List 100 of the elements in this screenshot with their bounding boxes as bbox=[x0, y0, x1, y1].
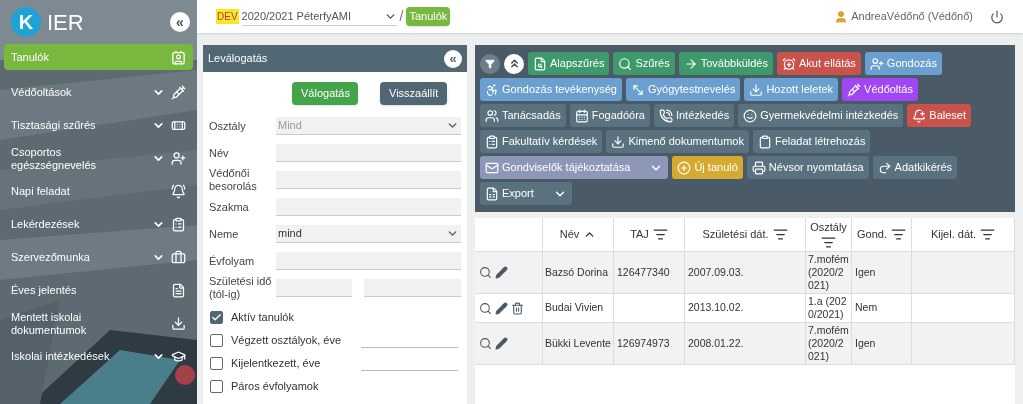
field-label: Évfolyam bbox=[209, 254, 256, 268]
action-button[interactable]: Fogadóóra bbox=[569, 104, 650, 127]
edit-icon[interactable] bbox=[495, 301, 508, 315]
collapse-up-button[interactable] bbox=[504, 53, 524, 74]
file-search-icon bbox=[533, 56, 547, 71]
action-button[interactable]: Kimenő dokumentumok bbox=[606, 130, 749, 153]
users-icon bbox=[485, 108, 499, 123]
sidebar-item[interactable]: Mentett iskolai dokumentumok bbox=[4, 307, 193, 340]
action-button[interactable]: Intézkedés bbox=[653, 104, 735, 127]
bandage-icon bbox=[171, 118, 186, 133]
action-button[interactable]: Export bbox=[480, 182, 572, 205]
column-header[interactable]: Név bbox=[543, 218, 614, 251]
sidebar-item[interactable]: Védőoltások bbox=[4, 76, 193, 109]
arrow-right-icon bbox=[683, 56, 698, 71]
download-icon bbox=[171, 316, 186, 331]
checkbox-label: Kijelentkezett, éve bbox=[231, 355, 321, 371]
sidebar-item[interactable]: Tisztasági szűrés bbox=[4, 109, 193, 142]
action-button[interactable]: Akut ellátás bbox=[776, 52, 861, 75]
school-select[interactable]: 2020/2021 PéterfyAMI bbox=[241, 7, 397, 26]
user-name: AndreaVédőnő (Védőnő) bbox=[851, 9, 973, 25]
power-icon[interactable] bbox=[990, 9, 1004, 24]
action-button[interactable]: Védőoltás bbox=[842, 78, 918, 101]
sidebar-item[interactable]: Lekérdezések bbox=[4, 208, 193, 241]
select-field[interactable]: Mind bbox=[276, 117, 461, 135]
date-to-field[interactable] bbox=[364, 279, 461, 297]
reset-button[interactable]: Visszaállít bbox=[380, 82, 447, 105]
action-button[interactable]: Gondozás tevékenység bbox=[480, 78, 622, 101]
input-field[interactable] bbox=[276, 198, 461, 216]
field-label: Szakma bbox=[209, 200, 250, 214]
diagonal-arrow-icon bbox=[630, 82, 645, 97]
sort-icon bbox=[652, 227, 668, 242]
table-cell-text: 1.a (2020/2021) bbox=[808, 295, 848, 321]
sort-icon bbox=[772, 227, 788, 242]
action-button[interactable]: Alapszűrés bbox=[528, 52, 610, 75]
table-cell-text: Bazsó Dorina bbox=[545, 264, 609, 280]
table-cell-text: 126974973 bbox=[617, 335, 670, 351]
edit-icon[interactable] bbox=[495, 337, 508, 350]
column-header[interactable]: TAJ bbox=[614, 218, 685, 251]
action-button[interactable]: Feladat létrehozás bbox=[752, 130, 871, 153]
input-field[interactable] bbox=[276, 144, 461, 162]
search-icon[interactable] bbox=[479, 266, 492, 279]
delete-icon[interactable] bbox=[511, 301, 524, 315]
action-button[interactable]: Adatkikérés bbox=[872, 156, 958, 179]
checkbox[interactable] bbox=[210, 379, 223, 393]
action-button[interactable]: Hozott leletek bbox=[744, 78, 839, 101]
date-from-field[interactable] bbox=[276, 279, 352, 297]
column-header[interactable]: Gond. bbox=[852, 218, 912, 251]
action-button[interactable]: Baleset bbox=[907, 104, 971, 127]
edit-icon[interactable] bbox=[495, 266, 508, 279]
action-button[interactable]: Névsor nyomtatása bbox=[746, 156, 869, 179]
plus-circle-icon bbox=[677, 160, 692, 175]
action-button[interactable]: Gondozás bbox=[864, 52, 942, 75]
filter-button[interactable]: Válogatás bbox=[292, 82, 358, 105]
sort-icon bbox=[980, 227, 996, 242]
table-cell-text: Igen bbox=[855, 335, 876, 351]
table-cell: Nem bbox=[855, 300, 878, 316]
alarm-clock-icon bbox=[781, 56, 796, 71]
action-button[interactable]: Szűrés bbox=[613, 52, 675, 75]
action-button[interactable]: Fakultatív kérdések bbox=[480, 130, 603, 153]
contact-card-icon bbox=[171, 49, 186, 65]
mail-icon bbox=[485, 160, 499, 175]
table-cell-text: 2008.01.22. bbox=[688, 335, 744, 351]
collapse-button[interactable]: « bbox=[444, 49, 462, 68]
spreadsheet-icon bbox=[485, 186, 499, 201]
phone-icon bbox=[658, 108, 673, 123]
filter-toggle-button[interactable] bbox=[480, 53, 500, 74]
checkbox-label: Aktív tanulók bbox=[231, 309, 294, 325]
action-button[interactable]: Továbbküldés bbox=[678, 52, 773, 75]
checkbox[interactable] bbox=[210, 310, 223, 324]
graduation-cap-icon bbox=[171, 349, 186, 364]
checkbox[interactable] bbox=[210, 356, 223, 370]
action-button[interactable]: Gondviselők tájékoztatása bbox=[480, 156, 669, 179]
syringe-icon bbox=[171, 85, 186, 100]
bell-icon bbox=[171, 184, 186, 199]
user-icon bbox=[834, 9, 849, 24]
input-field[interactable] bbox=[276, 252, 461, 270]
redo-icon bbox=[877, 160, 892, 175]
input-field[interactable] bbox=[276, 171, 461, 189]
select-field[interactable]: mind bbox=[276, 225, 461, 243]
action-button[interactable]: Tanácsadás bbox=[480, 104, 566, 127]
table-cell: 7.mofém (2020/2021) bbox=[808, 253, 849, 292]
sidebar-item[interactable]: Csoportos egészségnevelés bbox=[4, 142, 193, 175]
search-icon[interactable] bbox=[479, 301, 492, 315]
checkbox-label: Végzett osztályok, éve bbox=[231, 332, 342, 348]
sidebar-item[interactable]: Iskolai intézkedések bbox=[4, 340, 193, 373]
table-cell-text: 126477340 bbox=[617, 264, 670, 280]
field-label: Név bbox=[209, 146, 230, 160]
sidebar-item[interactable]: Napi feladat bbox=[4, 175, 193, 208]
action-button[interactable]: Gyermekvédelmi intézkedés bbox=[738, 104, 904, 127]
column-header[interactable]: Születési dát. bbox=[685, 218, 806, 251]
search-icon[interactable] bbox=[479, 337, 492, 350]
checkbox[interactable] bbox=[210, 333, 223, 347]
sidebar-item[interactable]: Éves jelentés bbox=[4, 274, 193, 307]
field-label: Osztály bbox=[209, 119, 247, 133]
field-label: Neme bbox=[209, 227, 240, 241]
column-header[interactable]: Kijel. dát. bbox=[912, 218, 1015, 251]
checkbox-label: Páros évfolyamok bbox=[231, 378, 319, 394]
filter-icon bbox=[485, 58, 495, 69]
action-button[interactable]: Gyógytestnevelés bbox=[625, 78, 741, 101]
column-header[interactable]: Osztály bbox=[806, 218, 852, 251]
